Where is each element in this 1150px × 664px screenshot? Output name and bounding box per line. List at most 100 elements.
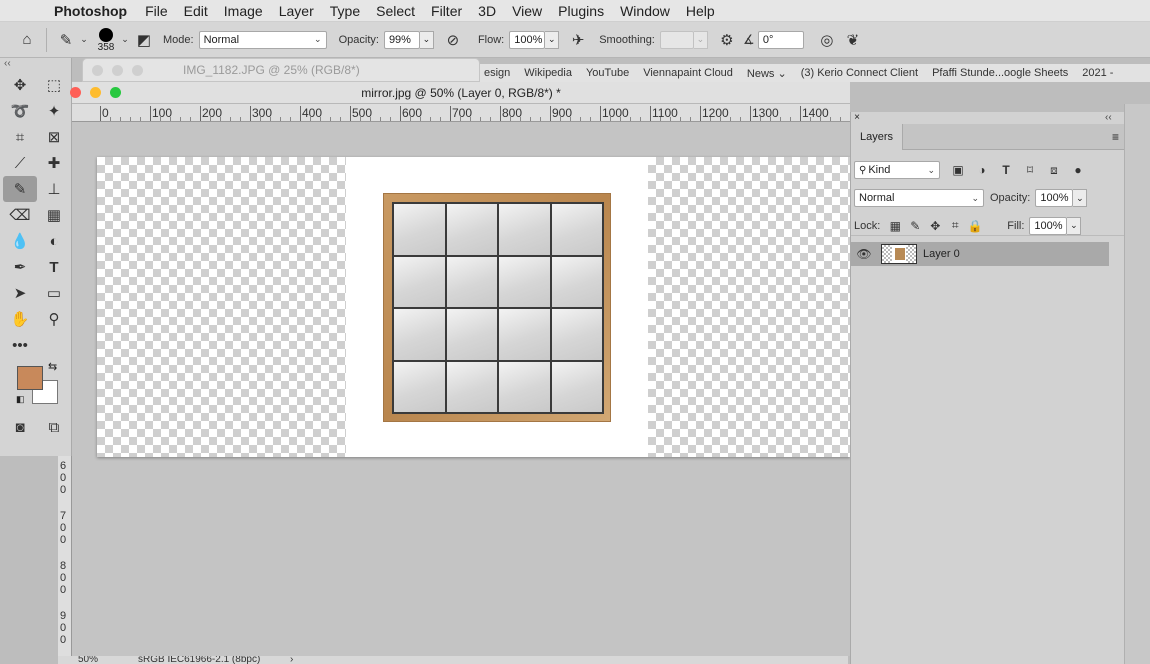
smoothing-dropdown[interactable]: ⌄ xyxy=(693,30,708,49)
chevron-down-icon[interactable]: ⌄ xyxy=(79,27,89,53)
menu-layer[interactable]: Layer xyxy=(279,3,314,19)
layer-opacity-input[interactable]: 100% xyxy=(1035,189,1074,207)
type-tool-icon[interactable]: T xyxy=(37,254,71,280)
fill-input[interactable]: 100% xyxy=(1029,216,1068,235)
brush-tool-icon[interactable]: ✎ xyxy=(3,176,37,202)
zoom-window-icon[interactable] xyxy=(132,64,143,76)
smoothing-input[interactable] xyxy=(659,30,694,49)
bookmark-wikipedia[interactable]: Wikipedia xyxy=(524,67,572,79)
fill-dropdown[interactable]: ⌄ xyxy=(1067,216,1082,235)
eye-icon[interactable]: 👁 xyxy=(851,247,877,261)
menu-edit[interactable]: Edit xyxy=(184,3,208,19)
flow-input[interactable]: 100% xyxy=(509,30,546,49)
more-tools-icon[interactable]: ••• xyxy=(3,332,37,358)
layer-row[interactable]: 👁 Layer 0 xyxy=(851,242,1109,266)
magic-wand-tool-icon[interactable]: ✦ xyxy=(37,98,71,124)
bookmark-news[interactable]: News ⌄ xyxy=(747,67,787,80)
brush-size-picker[interactable]: 358 xyxy=(93,26,119,53)
blur-tool-icon[interactable]: 💧 xyxy=(3,228,37,254)
lock-position-icon[interactable]: ✥ xyxy=(925,219,945,233)
collapse-tools-icon[interactable]: ‹‹ xyxy=(0,58,71,72)
mode-select[interactable]: Normal ⌄ xyxy=(198,30,327,49)
expand-dock-icon[interactable]: ‹‹ xyxy=(1105,112,1112,123)
smart-object-filter-icon[interactable]: ⧈ xyxy=(1042,163,1066,178)
bookmark-2021[interactable]: 2021 - xyxy=(1082,67,1113,79)
menu-select[interactable]: Select xyxy=(376,3,415,19)
menu-plugins[interactable]: Plugins xyxy=(558,3,604,19)
menu-type[interactable]: Type xyxy=(330,3,360,19)
menu-window[interactable]: Window xyxy=(620,3,670,19)
lock-all-icon[interactable]: 🔒 xyxy=(965,219,985,233)
default-colors-icon[interactable]: ◧ xyxy=(16,394,25,405)
rectangular-marquee-tool-icon[interactable]: ⬚ xyxy=(37,72,71,98)
hand-tool-icon[interactable]: ✋ xyxy=(3,306,37,332)
bookmark-item[interactable]: esign xyxy=(484,67,510,79)
canvas-workspace[interactable] xyxy=(72,122,850,656)
document-title-bar[interactable]: mirror.jpg @ 50% (Layer 0, RGB/8*) * xyxy=(70,82,850,104)
pixel-filter-icon[interactable]: ▣ xyxy=(946,163,970,177)
minimize-window-icon[interactable] xyxy=(112,64,123,76)
quick-mask-icon[interactable]: ◙ xyxy=(3,414,37,440)
menu-view[interactable]: View xyxy=(512,3,542,19)
panel-menu-icon[interactable]: ≡ xyxy=(1112,130,1119,144)
tab-layers[interactable]: Layers xyxy=(851,124,903,150)
airbrush-icon[interactable]: ✈ xyxy=(565,27,591,53)
foreground-color-swatch[interactable] xyxy=(17,366,43,390)
flow-dropdown[interactable]: ⌄ xyxy=(545,30,560,49)
lock-transparent-icon[interactable]: ▦ xyxy=(885,219,905,233)
close-window-icon[interactable] xyxy=(92,64,103,76)
menu-file[interactable]: File xyxy=(145,3,168,19)
bookmark-viennapaint[interactable]: Viennapaint Cloud xyxy=(643,67,733,79)
eyedropper-tool-icon[interactable]: ⟋ xyxy=(3,150,37,176)
opacity-input[interactable]: 99% xyxy=(383,30,420,49)
pressure-size-icon[interactable]: ◎ xyxy=(814,27,840,53)
vertical-ruler[interactable]: 6 0 0 7 0 0 8 0 0 9 0 0 xyxy=(58,456,72,656)
angle-input[interactable]: 0° xyxy=(757,30,804,49)
menu-image[interactable]: Image xyxy=(224,3,263,19)
brush-tool-preset-icon[interactable]: ✎ xyxy=(53,27,79,53)
filter-kind-select[interactable]: ⚲ Kind ⌄ xyxy=(854,161,940,179)
status-menu-icon[interactable]: › xyxy=(290,656,293,664)
opacity-dropdown[interactable]: ⌄ xyxy=(419,30,434,49)
bookmark-sheets[interactable]: Pfaffi Stunde...oogle Sheets xyxy=(932,67,1068,79)
layer-opacity-dropdown[interactable]: ⌄ xyxy=(1073,189,1088,207)
lock-image-icon[interactable]: ✎ xyxy=(905,219,925,233)
crop-tool-icon[interactable]: ⌗ xyxy=(3,124,37,150)
chevron-down-icon[interactable]: ⌄ xyxy=(119,27,131,53)
zoom-level[interactable]: 50% xyxy=(78,656,98,664)
background-document-window[interactable]: IMG_1182.JPG @ 25% (RGB/8*) xyxy=(82,58,480,82)
menu-help[interactable]: Help xyxy=(686,3,715,19)
symmetry-icon[interactable]: ❦ xyxy=(840,27,866,53)
horizontal-ruler[interactable]: 0 100 200 300 400 500 600 700 800 900 1000 1100 1200… xyxy=(72,104,850,122)
rectangle-tool-icon[interactable]: ▭ xyxy=(37,280,71,306)
gradient-tool-icon[interactable]: ▦ xyxy=(37,202,71,228)
healing-brush-tool-icon[interactable]: ✚ xyxy=(37,150,71,176)
dodge-tool-icon[interactable]: ◐ xyxy=(37,228,71,254)
layer-name[interactable]: Layer 0 xyxy=(923,248,960,260)
filter-toggle-icon[interactable]: ● xyxy=(1066,163,1090,177)
type-filter-icon[interactable]: T xyxy=(994,163,1018,177)
pen-tool-icon[interactable]: ✒ xyxy=(3,254,37,280)
lock-artboard-icon[interactable]: ⌗ xyxy=(945,218,965,233)
adjustment-filter-icon[interactable]: ◑ xyxy=(970,163,994,177)
screen-mode-icon[interactable]: ⧉ xyxy=(37,414,71,440)
menu-3d[interactable]: 3D xyxy=(478,3,496,19)
clone-stamp-tool-icon[interactable]: ⊥ xyxy=(37,176,71,202)
pressure-opacity-icon[interactable]: ⊘ xyxy=(440,27,466,53)
menu-filter[interactable]: Filter xyxy=(431,3,462,19)
bookmark-kerio[interactable]: (3) Kerio Connect Client xyxy=(801,67,918,79)
swap-colors-icon[interactable]: ⇆ xyxy=(48,360,57,373)
gear-icon[interactable]: ⚙ xyxy=(714,27,740,53)
document-canvas[interactable] xyxy=(97,157,850,457)
move-tool-icon[interactable]: ✥ xyxy=(3,72,37,98)
brush-settings-icon[interactable]: ◩ xyxy=(131,27,157,53)
lasso-tool-icon[interactable]: ➰ xyxy=(3,98,37,124)
bookmark-youtube[interactable]: YouTube xyxy=(586,67,629,79)
close-panel-icon[interactable]: × xyxy=(850,112,864,124)
path-selection-tool-icon[interactable]: ➤ xyxy=(3,280,37,306)
zoom-tool-icon[interactable]: ⚲ xyxy=(37,306,71,332)
frame-tool-icon[interactable]: ⊠ xyxy=(37,124,71,150)
home-icon[interactable]: ⌂ xyxy=(14,27,40,53)
app-menu[interactable]: Photoshop xyxy=(54,3,127,19)
layer-blend-mode-select[interactable]: Normal ⌄ xyxy=(854,189,984,207)
